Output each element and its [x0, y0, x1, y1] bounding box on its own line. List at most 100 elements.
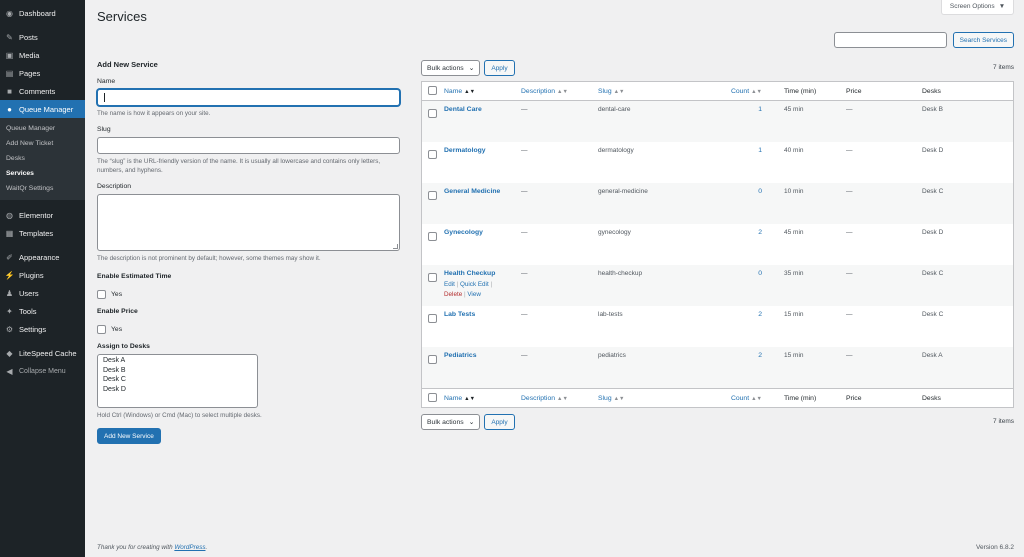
- estimated-time-checkbox[interactable]: [97, 290, 106, 299]
- price-cell: —: [846, 352, 853, 359]
- desk-option[interactable]: Desk D: [103, 385, 252, 395]
- row-checkbox[interactable]: [428, 150, 437, 159]
- apply-button-bottom[interactable]: Apply: [484, 414, 515, 430]
- delete-link[interactable]: Delete: [444, 291, 462, 298]
- submenu-desks[interactable]: Desks: [0, 151, 85, 166]
- slug-cell: lab-tests: [598, 311, 623, 318]
- row-checkbox[interactable]: [428, 355, 437, 364]
- main-content: Services Screen Options ▼ Search Service…: [85, 0, 1024, 557]
- collapse-menu-button[interactable]: ◀ Collapse Menu: [0, 362, 85, 380]
- menu-plugins[interactable]: ⚡ Plugins: [0, 266, 85, 284]
- select-all-checkbox-footer[interactable]: [428, 392, 437, 402]
- desk-cell: Desk B: [922, 106, 943, 113]
- apply-button[interactable]: Apply: [484, 60, 515, 76]
- select-all-checkbox[interactable]: [428, 85, 437, 95]
- count-link[interactable]: 2: [758, 352, 762, 359]
- comments-icon: ■: [7, 86, 12, 96]
- menu-comments[interactable]: ■ Comments: [0, 82, 85, 100]
- submenu-queue-manager[interactable]: Queue Manager: [0, 121, 85, 136]
- row-checkbox[interactable]: [428, 191, 437, 200]
- users-icon: ♟: [5, 288, 14, 298]
- menu-litespeed-cache[interactable]: ◆ LiteSpeed Cache: [0, 344, 85, 362]
- service-name-link[interactable]: Lab Tests: [444, 311, 475, 318]
- column-description-footer[interactable]: Description ▲▼: [521, 395, 598, 402]
- row-checkbox[interactable]: [428, 109, 437, 118]
- service-name-link[interactable]: Pediatrics: [444, 352, 477, 359]
- menu-appearance[interactable]: ✐ Appearance: [0, 248, 85, 266]
- service-name-link[interactable]: Dermatology: [444, 147, 486, 154]
- row-checkbox[interactable]: [428, 314, 437, 323]
- count-link[interactable]: 1: [758, 147, 762, 154]
- count-link[interactable]: 2: [758, 311, 762, 318]
- desk-option[interactable]: Desk A: [103, 356, 252, 366]
- price-checkbox[interactable]: [97, 325, 106, 334]
- table-footer: Name ▲▼ Description ▲▼ Slug ▲▼ Count ▲▼ Time…: [422, 388, 1013, 407]
- service-name-link[interactable]: Health Checkup: [444, 270, 495, 277]
- desk-option[interactable]: Desk C: [103, 375, 252, 385]
- service-name-link[interactable]: General Medicine: [444, 188, 500, 195]
- submenu-services[interactable]: Services: [0, 166, 85, 181]
- price-row: Yes: [97, 325, 400, 334]
- row-checkbox[interactable]: [428, 273, 437, 282]
- column-time-footer: Time (min): [784, 394, 817, 402]
- description-field[interactable]: [97, 194, 400, 251]
- bulk-actions-select-bottom[interactable]: Bulk actions ⌄: [421, 414, 481, 430]
- caret-down-icon: ▼: [998, 3, 1006, 10]
- view-link[interactable]: View: [467, 291, 481, 298]
- service-name-link[interactable]: Dental Care: [444, 106, 482, 113]
- column-desks-header: Desks: [922, 87, 941, 95]
- menu-templates[interactable]: ▦ Templates: [0, 224, 85, 242]
- templates-icon: ▦: [5, 228, 14, 238]
- appearance-icon: ✐: [6, 252, 13, 262]
- desk-option[interactable]: Desk B: [103, 366, 252, 376]
- price-cell: —: [846, 188, 853, 195]
- column-description-header[interactable]: Description ▲▼: [521, 88, 598, 95]
- search-input[interactable]: [833, 32, 947, 48]
- resize-handle-icon[interactable]: [393, 244, 398, 249]
- table-row: Pediatrics — pediatrics 2 15 min — Desk …: [422, 347, 1013, 388]
- menu-settings[interactable]: ⚙ Settings: [0, 320, 85, 338]
- submenu-add-new-ticket[interactable]: Add New Ticket: [0, 136, 85, 151]
- slug-field[interactable]: [97, 137, 400, 154]
- quick-edit-link[interactable]: Quick Edit: [460, 281, 489, 288]
- menu-queue-manager[interactable]: ● Queue Manager: [0, 100, 85, 118]
- menu-posts[interactable]: ✎ Posts: [0, 28, 85, 46]
- menu-tools[interactable]: ✦ Tools: [0, 302, 85, 320]
- description-cell: —: [521, 270, 528, 277]
- submenu-waitqr-settings[interactable]: WaitQr Settings: [0, 181, 85, 196]
- description-cell: —: [521, 147, 528, 154]
- chevron-down-icon: ⌄: [468, 419, 475, 426]
- edit-link[interactable]: Edit: [444, 281, 455, 288]
- menu-pages[interactable]: ▤ Pages: [0, 64, 85, 82]
- count-link[interactable]: 1: [758, 106, 762, 113]
- service-name-link[interactable]: Gynecology: [444, 229, 483, 236]
- column-slug-header[interactable]: Slug ▲▼: [598, 88, 720, 95]
- row-checkbox[interactable]: [428, 232, 437, 241]
- sort-icon: ▲▼: [464, 88, 476, 95]
- name-field[interactable]: [97, 89, 400, 106]
- column-name-footer[interactable]: Name ▲▼: [444, 395, 521, 402]
- count-link[interactable]: 0: [758, 188, 762, 195]
- menu-elementor[interactable]: ◍ Elementor: [0, 206, 85, 224]
- count-link[interactable]: 0: [758, 270, 762, 277]
- count-link[interactable]: 2: [758, 229, 762, 236]
- column-count-header[interactable]: Count ▲▼: [720, 88, 768, 95]
- desk-cell: Desk D: [922, 229, 944, 236]
- menu-users[interactable]: ♟ Users: [0, 284, 85, 302]
- desks-select[interactable]: Desk A Desk B Desk C Desk D: [97, 354, 258, 408]
- column-slug-footer[interactable]: Slug ▲▼: [598, 395, 720, 402]
- items-count: 7 items: [993, 64, 1014, 71]
- wordpress-link[interactable]: WordPress: [174, 544, 205, 551]
- column-desks-footer: Desks: [922, 394, 941, 402]
- column-count-footer[interactable]: Count ▲▼: [720, 395, 768, 402]
- name-help: The name is how it appears on your site.: [97, 110, 211, 117]
- sort-icon: ▲▼: [613, 395, 625, 402]
- slug-label: Slug: [97, 126, 111, 133]
- menu-media[interactable]: ▣ Media: [0, 46, 85, 64]
- menu-dashboard[interactable]: ◉ Dashboard: [0, 4, 85, 22]
- search-services-button[interactable]: Search Services: [952, 32, 1014, 48]
- add-new-service-button[interactable]: Add New Service: [97, 428, 161, 444]
- screen-options-button[interactable]: Screen Options ▼: [941, 0, 1014, 15]
- column-name-header[interactable]: Name ▲▼: [444, 88, 521, 95]
- bulk-actions-select[interactable]: Bulk actions ⌄: [421, 60, 481, 76]
